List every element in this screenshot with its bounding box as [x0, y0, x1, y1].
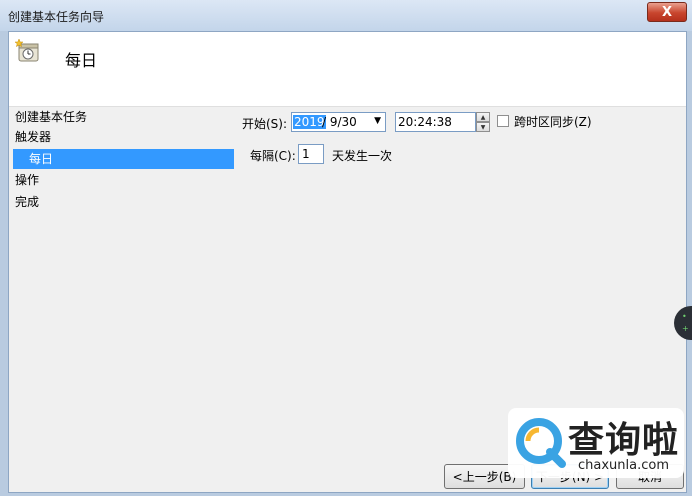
step-create-basic-task[interactable]: 创建基本任务 [15, 107, 87, 127]
start-date-picker[interactable]: 2019 / 9/30 ▼ [291, 112, 386, 132]
page-title: 每日 [65, 51, 98, 70]
interval-input[interactable]: 1 [298, 144, 324, 164]
start-time-value: 20:24:38 [398, 115, 452, 129]
task-scheduler-icon [15, 38, 39, 62]
search-logo-icon [516, 418, 566, 468]
title-bar[interactable]: 创建基本任务向导 X [0, 0, 692, 31]
watermark-brand: 查询啦 [568, 420, 680, 461]
sync-timezone-label[interactable]: 跨时区同步(Z) [514, 114, 592, 130]
step-trigger[interactable]: 触发器 [15, 127, 51, 147]
interval-value: 1 [302, 147, 310, 161]
sync-timezone-checkbox[interactable] [497, 115, 509, 127]
step-action[interactable]: 操作 [15, 170, 39, 190]
start-time-field[interactable]: 20:24:38 [395, 112, 476, 132]
window-title: 创建基本任务向导 [8, 10, 105, 24]
spin-down-icon[interactable]: ▼ [476, 122, 490, 132]
interval-label: 每隔(C): [250, 149, 296, 163]
chevron-down-icon[interactable]: ▼ [374, 116, 381, 126]
step-finish[interactable]: 完成 [15, 192, 39, 212]
date-month-day: / 9/30 [322, 115, 357, 129]
plus-icon: + [682, 324, 689, 333]
dot-icon: • [682, 312, 687, 321]
watermark-badge: 查询啦 chaxunla.com [508, 408, 684, 478]
spin-up-icon[interactable]: ▲ [476, 112, 490, 122]
step-daily[interactable]: 每日 [13, 149, 234, 169]
close-icon: X [661, 4, 673, 20]
close-button[interactable]: X [647, 2, 687, 22]
time-spinner[interactable]: ▲ ▼ [476, 112, 490, 132]
interval-suffix: 天发生一次 [332, 149, 393, 163]
wizard-window: 创建基本任务向导 X 每日 创建基本任务 触发器 每日 操作 完成 开始(S): [0, 0, 692, 496]
wizard-header: 每日 [9, 32, 686, 107]
wizard-steps: 创建基本任务 触发器 每日 操作 完成 [9, 107, 236, 267]
watermark-url: chaxunla.com [578, 458, 669, 473]
start-label: 开始(S): [242, 117, 288, 131]
date-year-selection: 2019 [293, 115, 326, 129]
